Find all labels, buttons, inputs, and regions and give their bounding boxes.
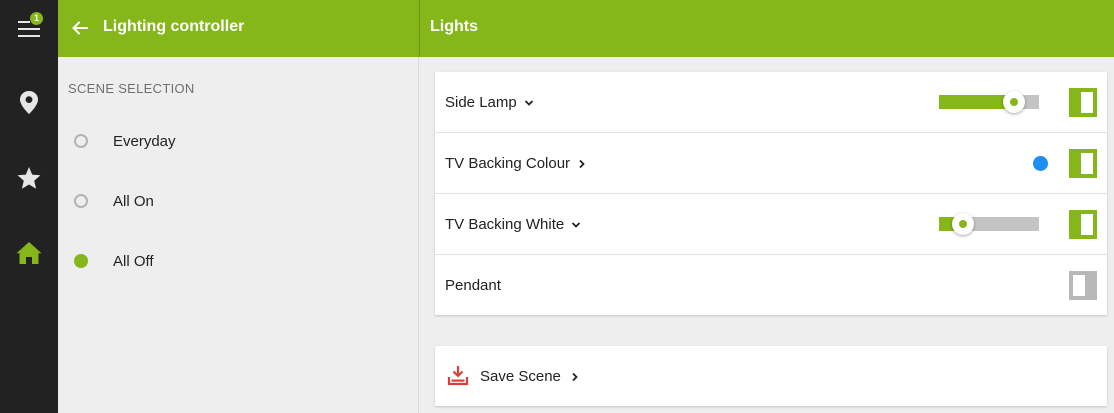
save-scene-label: Save Scene bbox=[480, 368, 561, 385]
color-indicator[interactable] bbox=[1033, 156, 1048, 171]
scene-option-everyday[interactable]: Everyday bbox=[58, 111, 418, 171]
favorites-button[interactable] bbox=[0, 149, 58, 207]
light-label: Side Lamp bbox=[445, 94, 517, 111]
download-icon bbox=[447, 366, 469, 386]
chevron-down-icon bbox=[572, 221, 581, 228]
back-arrow-icon bbox=[72, 21, 88, 35]
radio-selected-icon[interactable] bbox=[74, 254, 88, 268]
scene-label: All Off bbox=[113, 252, 154, 270]
nav-rail: 1 bbox=[0, 0, 58, 413]
light-row-side-lamp: Side Lamp bbox=[435, 72, 1107, 133]
save-scene-button[interactable]: Save Scene bbox=[480, 368, 581, 385]
scene-heading: SCENE SELECTION bbox=[68, 81, 195, 96]
back-button[interactable] bbox=[68, 16, 92, 40]
chevron-down-icon bbox=[524, 99, 533, 106]
scene-option-all-on[interactable]: All On bbox=[58, 171, 418, 231]
slider-thumb[interactable] bbox=[952, 213, 974, 235]
toggle-knob bbox=[1081, 92, 1093, 113]
page-title: Lighting controller bbox=[103, 18, 245, 35]
light-label: TV Backing White bbox=[445, 216, 565, 233]
light-label: Pendant bbox=[445, 277, 501, 294]
location-button[interactable] bbox=[0, 73, 58, 131]
radio-icon[interactable] bbox=[74, 134, 88, 148]
lights-title: Lights bbox=[430, 18, 478, 35]
light-name[interactable]: Pendant bbox=[445, 277, 501, 294]
scene-option-all-off[interactable]: All Off bbox=[58, 231, 418, 291]
light-name[interactable]: TV Backing White bbox=[445, 216, 582, 233]
light-label: TV Backing Colour bbox=[445, 155, 571, 172]
light-row-pendant: Pendant bbox=[435, 255, 1107, 316]
power-toggle[interactable] bbox=[1069, 149, 1097, 178]
power-toggle[interactable] bbox=[1069, 210, 1097, 239]
home-icon bbox=[16, 242, 42, 264]
brightness-slider[interactable] bbox=[939, 213, 1039, 235]
location-pin-icon bbox=[20, 91, 38, 114]
star-icon bbox=[17, 167, 41, 189]
toggle-knob bbox=[1081, 153, 1093, 174]
scene-label: All On bbox=[113, 192, 154, 210]
slider-thumb[interactable] bbox=[1003, 91, 1025, 113]
scene-panel: SCENE SELECTION Everyday All On All Off bbox=[58, 57, 419, 413]
toggle-knob bbox=[1081, 214, 1093, 235]
power-toggle[interactable] bbox=[1069, 271, 1097, 300]
chevron-right-icon bbox=[579, 159, 585, 168]
menu-button[interactable]: 1 bbox=[0, 0, 58, 58]
save-scene-card[interactable]: Save Scene bbox=[435, 346, 1107, 406]
light-name[interactable]: Side Lamp bbox=[445, 94, 535, 111]
brightness-slider[interactable] bbox=[939, 91, 1039, 113]
notification-badge: 1 bbox=[30, 12, 43, 25]
toggle-knob bbox=[1073, 275, 1085, 296]
light-row-tv-backing-white: TV Backing White bbox=[435, 194, 1107, 255]
header-divider bbox=[419, 0, 420, 57]
radio-icon[interactable] bbox=[74, 194, 88, 208]
scene-label: Everyday bbox=[113, 132, 176, 150]
home-button[interactable] bbox=[0, 224, 58, 282]
light-row-tv-backing-colour: TV Backing Colour bbox=[435, 133, 1107, 194]
chevron-right-icon bbox=[572, 372, 578, 381]
power-toggle[interactable] bbox=[1069, 88, 1097, 117]
lights-card: Side Lamp TV Backing Colour TV Backing W… bbox=[435, 72, 1107, 315]
light-name[interactable]: TV Backing Colour bbox=[445, 155, 588, 172]
